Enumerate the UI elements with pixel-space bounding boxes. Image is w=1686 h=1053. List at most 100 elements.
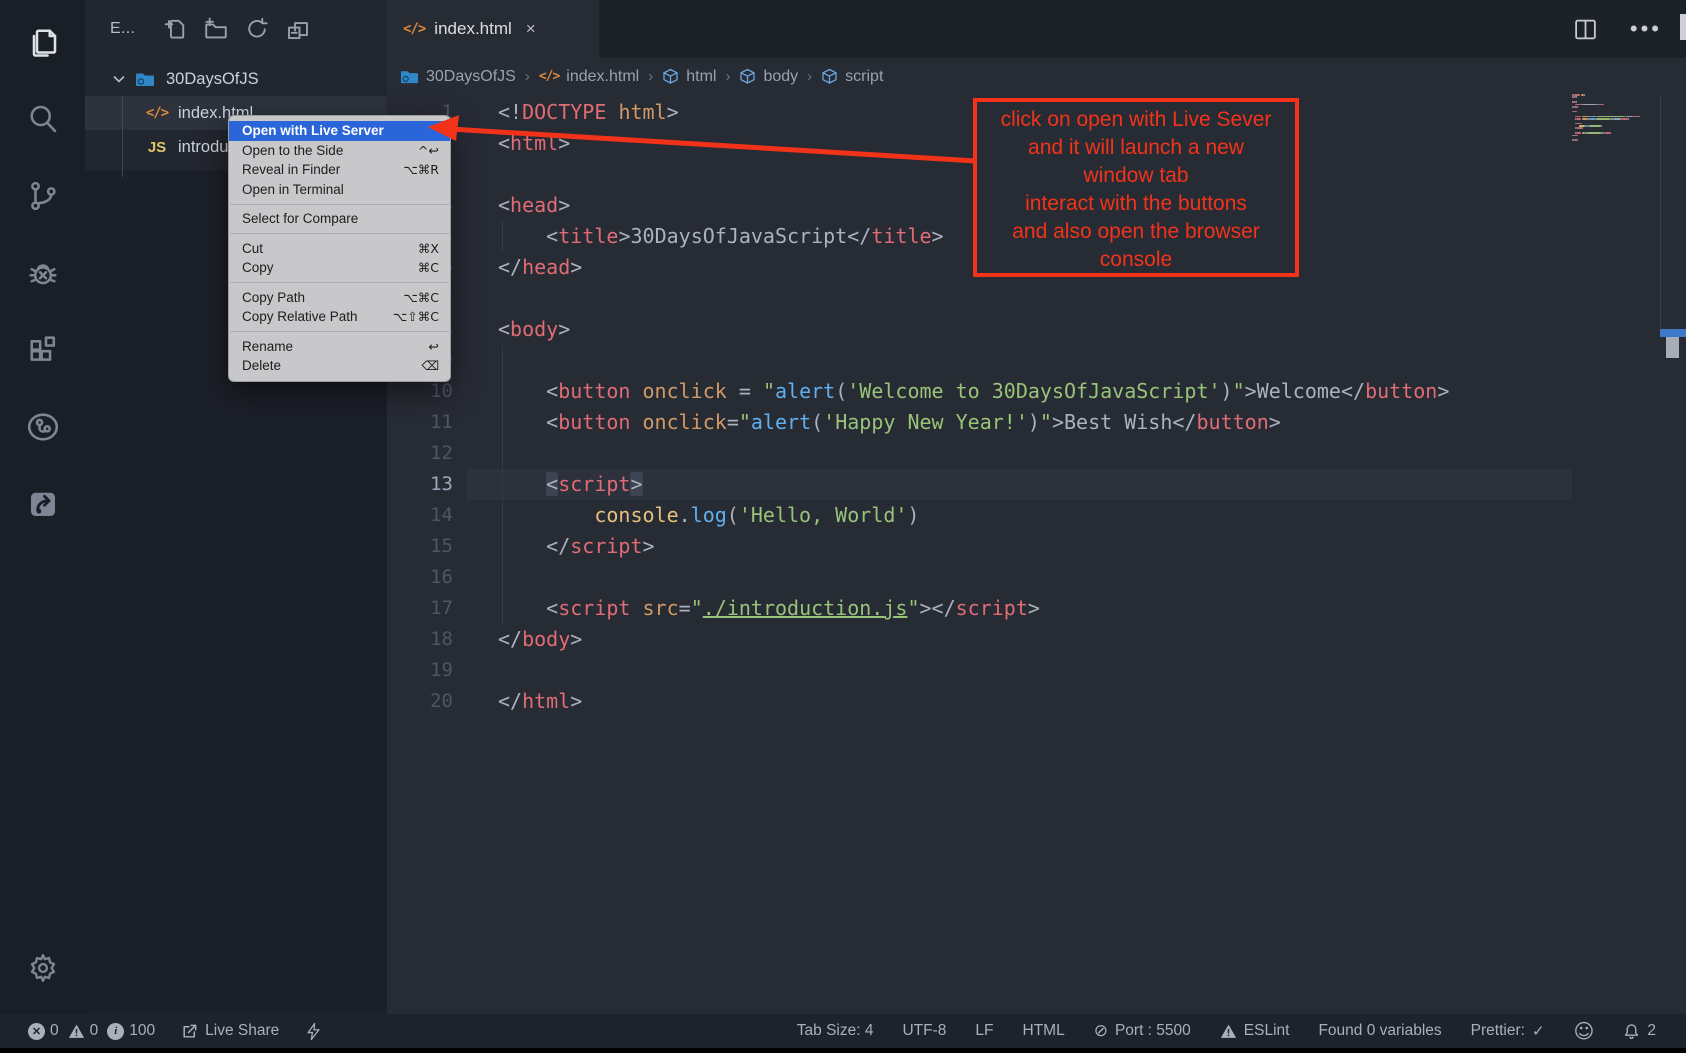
line-number: 11 <box>387 407 453 438</box>
status-item-port-5500[interactable]: ⊘Port : 5500 <box>1094 1022 1191 1040</box>
status-item-live-share[interactable]: Live Share <box>181 1022 279 1040</box>
breadcrumb-separator: › <box>725 68 730 85</box>
line-content: <html> <box>453 128 570 159</box>
status-item-prettier-[interactable]: Prettier:✓ <box>1471 1022 1545 1040</box>
annotation-text: console <box>977 246 1295 274</box>
live-share-icon[interactable] <box>0 472 85 536</box>
menu-item-shortcut: ⌥⌘C <box>403 290 439 305</box>
line-content <box>453 283 498 314</box>
settings-icon[interactable] <box>0 936 85 1000</box>
status-item-0[interactable]: 0 <box>68 1022 99 1040</box>
status-item-0[interactable]: ✕0 <box>28 1022 59 1040</box>
code-line-12: 12 <box>387 438 1686 469</box>
more-actions-icon[interactable]: ••• <box>1630 16 1662 42</box>
status-item-utf-8[interactable]: UTF-8 <box>902 1022 946 1040</box>
tab-index-html[interactable]: </> index.html × <box>387 0 599 58</box>
menu-item-copy-path[interactable]: Copy Path⌥⌘C <box>229 288 450 308</box>
menu-item-rename[interactable]: Rename↩ <box>229 337 450 357</box>
breadcrumb-item-30daysofjs[interactable]: 30DaysOfJS <box>400 67 516 86</box>
menu-item-open-in-terminal[interactable]: Open in Terminal <box>229 180 450 200</box>
tree-indent-guide <box>122 95 123 177</box>
menu-item-select-for-compare[interactable]: Select for Compare <box>229 209 450 229</box>
line-content: <head> <box>453 190 570 221</box>
status-item-lf[interactable]: LF <box>975 1022 993 1040</box>
line-content: <body> <box>453 314 570 345</box>
breadcrumb-item-html[interactable]: html <box>662 68 716 86</box>
status-label: LF <box>975 1022 993 1040</box>
breadcrumb-item-body[interactable]: body <box>739 68 798 86</box>
breadcrumb-label: html <box>686 68 716 86</box>
context-menu: Open with Live ServerOpen to the Side^↩R… <box>228 115 451 382</box>
menu-item-shortcut: ⌥⌘R <box>403 162 439 177</box>
menu-item-reveal-in-finder[interactable]: Reveal in Finder⌥⌘R <box>229 160 450 180</box>
explorer-header: E... <box>85 8 387 50</box>
menu-item-open-to-the-side[interactable]: Open to the Side^↩ <box>229 141 450 161</box>
html-file-icon: </> <box>145 105 169 121</box>
line-number: 19 <box>387 655 453 686</box>
menu-item-shortcut: ⌘X <box>418 241 439 256</box>
breadcrumb: 30DaysOfJS›</>index.html›html›body›scrip… <box>387 58 1686 95</box>
split-editor-icon[interactable] <box>1573 17 1598 42</box>
menu-item-copy-relative-path[interactable]: Copy Relative Path⌥⇧⌘C <box>229 307 450 327</box>
breadcrumb-separator: › <box>525 68 530 85</box>
line-number: 16 <box>387 562 453 593</box>
tab-label: index.html <box>434 19 511 39</box>
menu-item-cut[interactable]: Cut⌘X <box>229 239 450 259</box>
overview-ruler-cursor-marker <box>1660 329 1686 337</box>
menu-separator <box>230 282 449 283</box>
status-bar: ✕0 0 i100 Live Share Tab Size: 4 UTF-8 LF HTM… <box>0 1014 1686 1048</box>
code-line-15: 15 </script> <box>387 531 1686 562</box>
line-number: 17 <box>387 593 453 624</box>
new-file-icon[interactable] <box>163 17 187 41</box>
breadcrumb-label: 30DaysOfJS <box>426 68 516 86</box>
tree-folder-30daysofjs[interactable]: 30DaysOfJS <box>85 62 387 96</box>
search-icon[interactable] <box>0 87 85 151</box>
editor-scrollbar-thumb[interactable] <box>1666 337 1679 358</box>
menu-item-label: Select for Compare <box>242 211 358 226</box>
line-content <box>453 438 498 469</box>
line-content <box>453 159 498 190</box>
refresh-icon[interactable] <box>245 17 269 41</box>
status-item-found-0-variables[interactable]: Found 0 variables <box>1318 1022 1441 1040</box>
status-item-2[interactable]: 2 <box>1623 1022 1656 1040</box>
menu-item-delete[interactable]: Delete⌫ <box>229 356 450 376</box>
status-item-bolt[interactable] <box>305 1023 322 1040</box>
tab-close-icon[interactable]: × <box>526 19 536 39</box>
line-content: </body> <box>453 624 582 655</box>
status-label: 0 <box>90 1022 99 1040</box>
status-item-tab-size-4[interactable]: Tab Size: 4 <box>797 1022 874 1040</box>
smiley-icon: ☺ <box>1574 1021 1595 1041</box>
menu-item-copy[interactable]: Copy⌘C <box>229 258 450 278</box>
code-line-19: 19 <box>387 655 1686 686</box>
breadcrumb-label: index.html <box>566 68 639 86</box>
breadcrumb-item-index-html[interactable]: </>index.html <box>539 68 639 86</box>
new-folder-icon[interactable] <box>204 17 228 41</box>
status-item-html[interactable]: HTML <box>1023 1022 1065 1040</box>
status-item-eslint[interactable]: ESLint <box>1220 1022 1290 1040</box>
code-line-18: 18</body> <box>387 624 1686 655</box>
activity-bar <box>0 0 85 1014</box>
gitlens-icon[interactable] <box>0 395 85 459</box>
line-number: 20 <box>387 686 453 717</box>
annotation-text: and also open the browser <box>977 218 1295 246</box>
line-number: 15 <box>387 531 453 562</box>
explorer-icon[interactable] <box>0 10 85 74</box>
annotation-box: click on open with Live Severand it will… <box>973 98 1299 277</box>
menu-item-open-with-live-server[interactable]: Open with Live Server <box>229 121 450 141</box>
code-line-11: 11 <button onclick="alert('Happy New Yea… <box>387 407 1686 438</box>
extensions-icon[interactable] <box>0 318 85 382</box>
minimap[interactable] <box>1572 94 1652 142</box>
tabbar-scrollbar[interactable] <box>1680 14 1686 40</box>
menu-item-label: Open to the Side <box>242 143 343 158</box>
breadcrumb-item-script[interactable]: script <box>821 68 883 86</box>
problems-status[interactable]: ✕0 0 i100 <box>28 1022 155 1040</box>
status-label: HTML <box>1023 1022 1065 1040</box>
source-control-icon[interactable] <box>0 164 85 228</box>
status-label: Found 0 variables <box>1318 1022 1441 1040</box>
collapse-all-icon[interactable] <box>286 17 310 41</box>
status-item-smiley[interactable]: ☺ <box>1574 1021 1595 1041</box>
line-content: <button onclick="alert('Happy New Year!'… <box>453 407 1281 438</box>
error-icon: ✕ <box>28 1023 45 1040</box>
status-item-100[interactable]: i100 <box>107 1022 155 1040</box>
debug-icon[interactable] <box>0 241 85 305</box>
